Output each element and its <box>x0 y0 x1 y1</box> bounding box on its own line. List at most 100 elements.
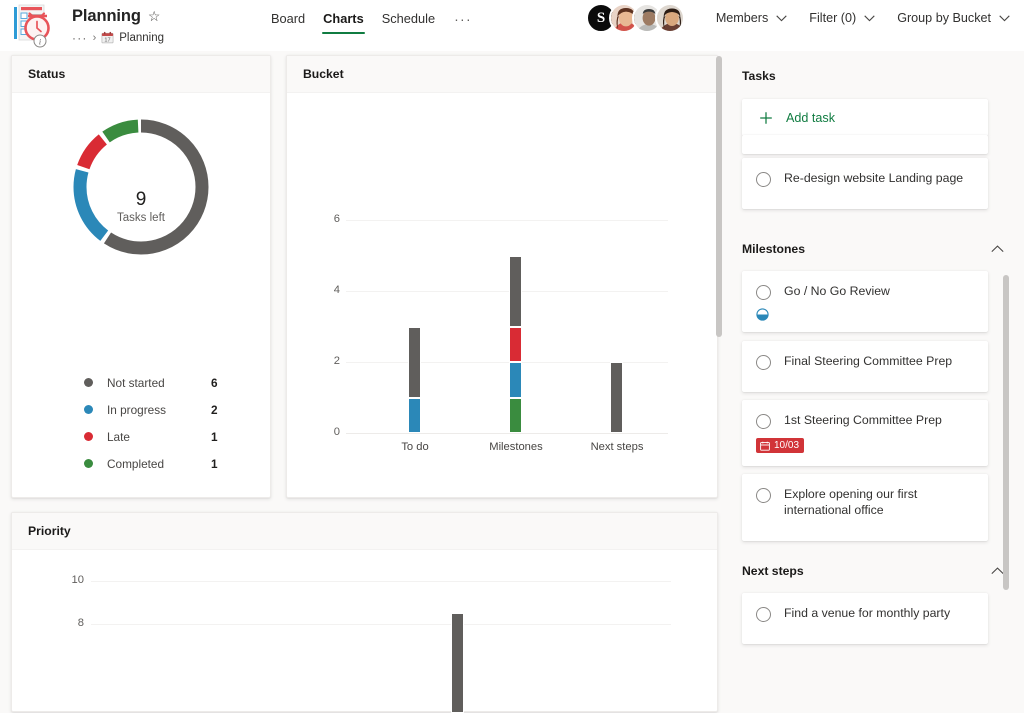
task-card-redesign-website[interactable]: Re-design website Landing page <box>742 158 988 209</box>
circle-unchecked-icon[interactable] <box>756 488 771 503</box>
status-donut-chart: 9 Tasks left <box>12 93 270 328</box>
add-task-card[interactable]: Add task <box>742 99 988 136</box>
legend-label-completed: Completed <box>107 456 165 471</box>
legend-value-in-progress: 2 <box>211 402 218 417</box>
due-date-badge[interactable]: 10/03 <box>756 438 805 453</box>
task-card-go-no-go-review[interactable]: Go / No Go Review <box>742 271 988 332</box>
plus-icon <box>759 111 773 125</box>
due-date-text: 10/03 <box>774 440 800 451</box>
circle-unchecked-icon[interactable] <box>756 172 771 187</box>
status-chart-card: Status 9 Tasks left Not started 6 In pro… <box>11 55 271 498</box>
chevron-up-icon[interactable] <box>991 245 1004 253</box>
legend-dot-late <box>84 432 93 441</box>
bar-priority-1[interactable] <box>451 613 464 713</box>
task-card-explore-international-office[interactable]: Explore opening our first international … <box>742 474 988 541</box>
members-dropdown[interactable]: Members <box>716 11 787 25</box>
donut-svg <box>73 119 209 255</box>
add-task-label: Add task <box>786 110 836 125</box>
page-title: Planning <box>72 7 141 25</box>
circle-unchecked-icon[interactable] <box>756 285 771 300</box>
add-task-button[interactable]: Add task <box>742 99 988 136</box>
priority-chart-card: Priority 10 8 <box>11 512 718 713</box>
bar-milestones[interactable] <box>509 256 522 433</box>
bar-next-steps[interactable] <box>610 362 623 433</box>
ytick-6: 6 <box>333 213 340 225</box>
star-icon[interactable]: ☆ <box>148 8 161 24</box>
gridline-4 <box>346 291 668 292</box>
breadcrumb-separator: › <box>92 32 97 44</box>
group-by-dropdown[interactable]: Group by Bucket <box>897 11 1010 25</box>
xtick-next-steps: Next steps <box>590 441 644 453</box>
ytick-0: 0 <box>333 426 340 438</box>
legend-dot-completed <box>84 459 93 468</box>
ytick-2: 2 <box>333 355 340 367</box>
legend-item-completed: Completed 1 <box>84 450 218 477</box>
circle-unchecked-icon[interactable] <box>756 607 771 622</box>
task-row: Go / No Go Review <box>742 271 988 300</box>
status-card-body: 9 Tasks left Not started 6 In progress 2 <box>12 93 270 471</box>
content-area: Status 9 Tasks left Not started 6 In pro… <box>0 51 1024 713</box>
bar-seg-not-started <box>509 256 522 327</box>
bucket-plot: 6 4 2 0 To do Milestones Next steps <box>287 93 719 498</box>
bar-seg-in-progress <box>509 362 522 398</box>
task-card-final-steering-committee-prep[interactable]: Final Steering Committee Prep <box>742 341 988 392</box>
priority-card-body: 10 8 <box>12 550 717 713</box>
ytick-8: 8 <box>77 617 84 629</box>
title-block: Planning ☆ ··· › 17 Planning <box>72 5 164 45</box>
sidebar-section-header-milestones[interactable]: Milestones <box>731 240 1024 258</box>
circle-unchecked-icon[interactable] <box>756 414 771 429</box>
legend-dot-not-started <box>84 378 93 387</box>
ytick-4: 4 <box>333 284 340 296</box>
circle-unchecked-icon[interactable] <box>756 355 771 370</box>
sidebar-section-header-tasks: Tasks <box>731 67 1024 85</box>
filter-label: Filter (0) <box>809 11 857 25</box>
svg-text:i: i <box>39 37 41 46</box>
task-row: Explore opening our first international … <box>742 474 988 518</box>
task-card-partial[interactable] <box>742 135 988 154</box>
charts-column: Status 9 Tasks left Not started 6 In pro… <box>0 51 723 713</box>
breadcrumb: ··· › 17 Planning <box>72 31 164 45</box>
bar-seg-not-started <box>408 327 421 398</box>
legend-value-late: 1 <box>211 429 218 444</box>
calendar-icon <box>760 441 770 451</box>
priority-card-title: Priority <box>28 524 71 538</box>
status-legend: Not started 6 In progress 2 Late 1 Compl… <box>84 369 218 477</box>
legend-value-not-started: 6 <box>211 375 218 390</box>
task-card-1st-steering-committee-prep[interactable]: 1st Steering Committee Prep 10/03 <box>742 400 988 466</box>
task-row: Final Steering Committee Prep <box>742 341 988 370</box>
tab-charts[interactable]: Charts <box>314 10 373 34</box>
sidebar-section-header-next-steps[interactable]: Next steps <box>731 562 1024 580</box>
legend-label-not-started: Not started <box>107 375 165 390</box>
legend-item-not-started: Not started 6 <box>84 369 218 396</box>
tabs-overflow-button[interactable]: ··· <box>444 11 478 34</box>
legend-value-completed: 1 <box>211 456 218 471</box>
tab-board[interactable]: Board <box>262 10 314 34</box>
tab-bar: Board Charts Schedule ··· <box>262 10 478 34</box>
chevron-down-icon <box>864 14 875 22</box>
sidebar-section-title-tasks: Tasks <box>742 69 776 83</box>
task-label: Find a venue for monthly party <box>784 606 951 620</box>
xtick-milestones: Milestones <box>489 441 543 453</box>
legend-item-late: Late 1 <box>84 423 218 450</box>
progress-half-icon <box>742 308 988 321</box>
bucket-card-header: Bucket <box>287 56 717 93</box>
breadcrumb-overflow[interactable]: ··· <box>72 31 88 45</box>
sidebar-scrollbar-thumb[interactable] <box>1003 275 1009 590</box>
charts-scrollbar-thumb[interactable] <box>716 56 722 337</box>
task-card-find-venue-monthly-party[interactable]: Find a venue for monthly party <box>742 593 988 644</box>
task-row: 1st Steering Committee Prep <box>742 400 988 429</box>
xtick-to-do: To do <box>401 441 429 453</box>
tasks-left-text: Tasks left <box>117 212 165 224</box>
task-label: Re-design website Landing page <box>784 171 964 185</box>
filter-dropdown[interactable]: Filter (0) <box>809 11 875 25</box>
tab-schedule[interactable]: Schedule <box>373 10 444 34</box>
gridline-10 <box>91 581 671 582</box>
bar-to-do[interactable] <box>408 327 421 433</box>
calendar-17-icon: 17 <box>101 31 114 45</box>
avatar-person-3[interactable] <box>655 3 685 33</box>
chevron-down-icon <box>776 14 787 22</box>
top-controls: Members Filter (0) Group by Bucket <box>716 11 1010 25</box>
bar-seg-in-progress <box>408 398 421 433</box>
task-label: 1st Steering Committee Prep <box>784 413 942 427</box>
breadcrumb-plan-name[interactable]: Planning <box>119 32 164 44</box>
